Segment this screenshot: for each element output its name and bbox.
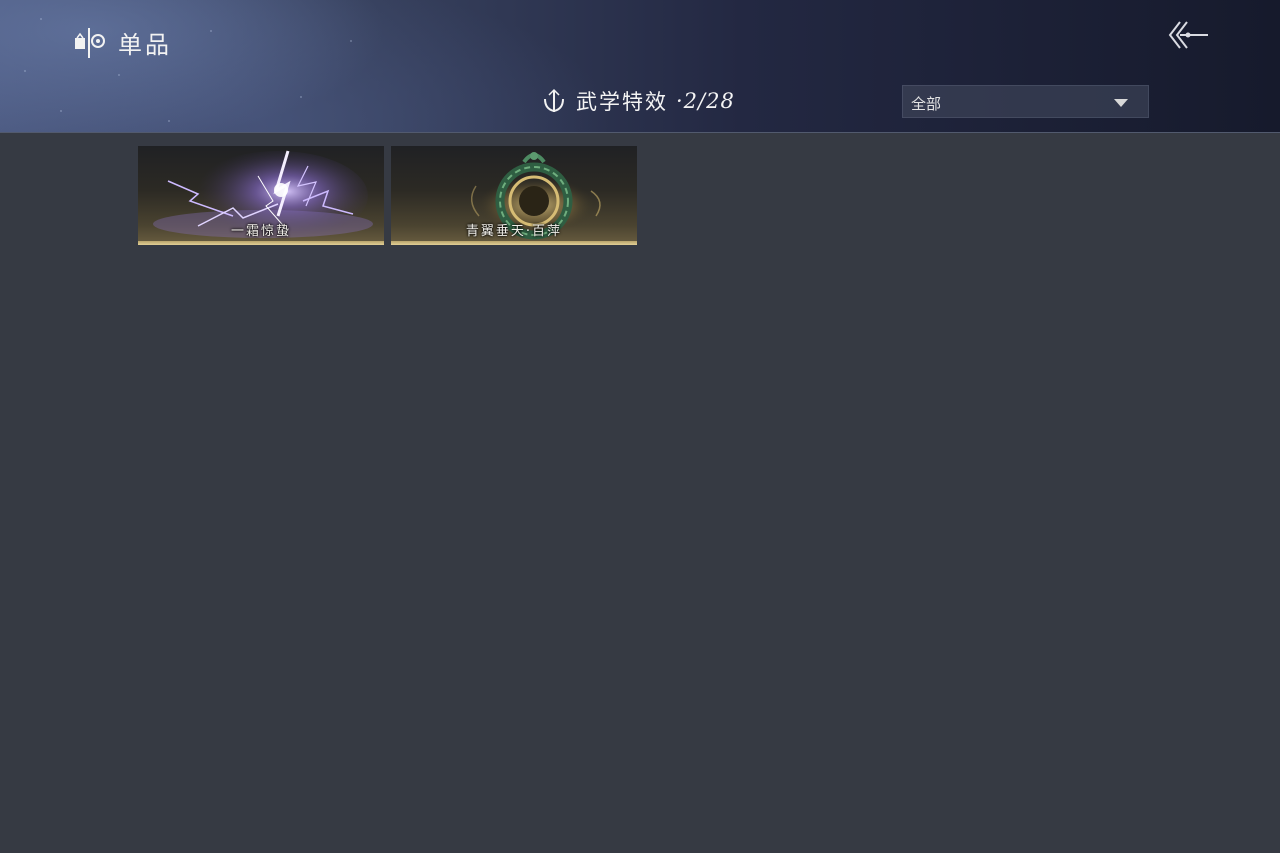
header-bar: 单品 武学特效 ·2/28 全部 xyxy=(0,0,1280,133)
effect-card-lightning[interactable]: 一霜惊蛰 xyxy=(138,146,384,245)
effect-card-jade-ring[interactable]: 青翼垂天·百萍 xyxy=(391,146,637,245)
section-label: 单品 xyxy=(118,30,172,59)
page: 单品 武学特效 ·2/28 全部 一霜惊蛰 青翼垂天·百萍 xyxy=(0,0,1280,853)
filter-dropdown[interactable]: 全部 xyxy=(902,85,1149,118)
back-arrow-icon xyxy=(1162,14,1214,56)
collection-header: 武学特效 ·2/28 xyxy=(540,84,735,118)
effect-card-label: 一霜惊蛰 xyxy=(230,224,291,239)
dropdown-arrow-icon xyxy=(1114,99,1128,107)
martial-effect-icon xyxy=(540,87,568,115)
section-title: 单品 xyxy=(72,22,172,62)
effect-card-label: 青翼垂天·百萍 xyxy=(465,224,563,239)
wardrobe-icon xyxy=(72,24,108,60)
back-button[interactable] xyxy=(1162,14,1214,56)
collection-count: ·2/28 xyxy=(676,89,735,113)
filter-selected-value: 全部 xyxy=(911,95,942,113)
collection-title: 武学特效 xyxy=(576,90,668,114)
